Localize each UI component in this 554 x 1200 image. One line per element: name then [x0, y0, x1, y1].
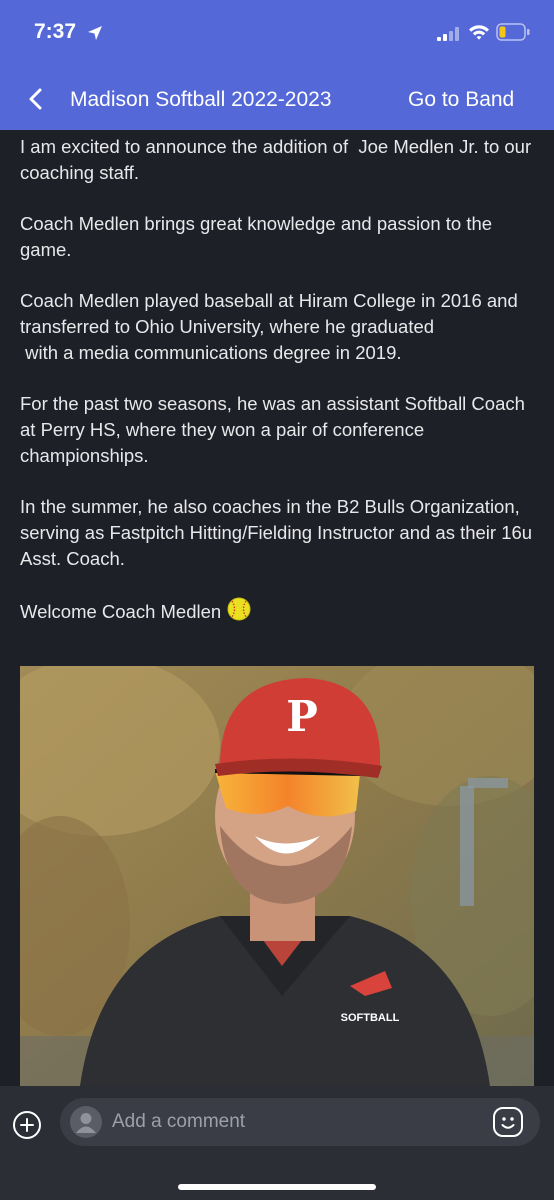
battery-low-icon — [496, 23, 530, 46]
wifi-icon — [468, 23, 490, 46]
post-body: I am excited to announce the addition of… — [0, 130, 554, 1086]
add-attachment-button[interactable] — [12, 1110, 42, 1140]
home-indicator[interactable] — [178, 1184, 376, 1190]
status-time: 7:37 — [34, 20, 77, 43]
post-closing: Welcome Coach Medlen — [20, 597, 540, 628]
cellular-signal-icon — [437, 27, 459, 46]
post-paragraph: I am excited to announce the addition of… — [20, 136, 537, 183]
back-button[interactable] — [20, 82, 54, 116]
smiley-icon — [493, 1107, 523, 1137]
header: 7:37 Madison Softball 2022-2023 Go to Ba… — [0, 0, 554, 130]
default-avatar-icon — [70, 1106, 102, 1138]
jacket-logo-text: SOFTBALL — [341, 1012, 400, 1024]
chevron-left-icon — [29, 88, 42, 110]
cap-letter: P — [286, 692, 318, 741]
go-to-band-link[interactable]: Go to Band — [408, 88, 514, 112]
softball-emoji-icon — [227, 597, 251, 628]
location-arrow-icon — [86, 24, 104, 47]
nav-bar: Madison Softball 2022-2023 Go to Band — [0, 66, 554, 130]
status-bar: 7:37 — [0, 0, 554, 66]
coach-photo[interactable]: P SOFTBALL — [20, 666, 534, 1086]
comment-bar — [0, 1086, 554, 1200]
post-paragraph: Coach Medlen played baseball at Hiram Co… — [20, 290, 518, 363]
app-screen: 7:37 Madison Softball 2022-2023 Go to Ba… — [0, 0, 554, 1200]
comment-field[interactable] — [60, 1098, 540, 1146]
post-paragraph: Coach Medlen brings great knowledge and … — [20, 213, 498, 260]
post-paragraph: In the summer, he also coaches in the B2… — [20, 496, 537, 569]
comment-input[interactable] — [112, 1098, 472, 1146]
post-text: I am excited to announce the addition of… — [20, 134, 540, 653]
plus-circle-icon — [13, 1111, 41, 1139]
post-closing-text: Welcome Coach Medlen — [20, 601, 222, 622]
band-title: Madison Softball 2022-2023 — [70, 88, 332, 111]
emoji-button[interactable] — [492, 1106, 524, 1138]
post-paragraph: For the past two seasons, he was an assi… — [20, 393, 531, 466]
